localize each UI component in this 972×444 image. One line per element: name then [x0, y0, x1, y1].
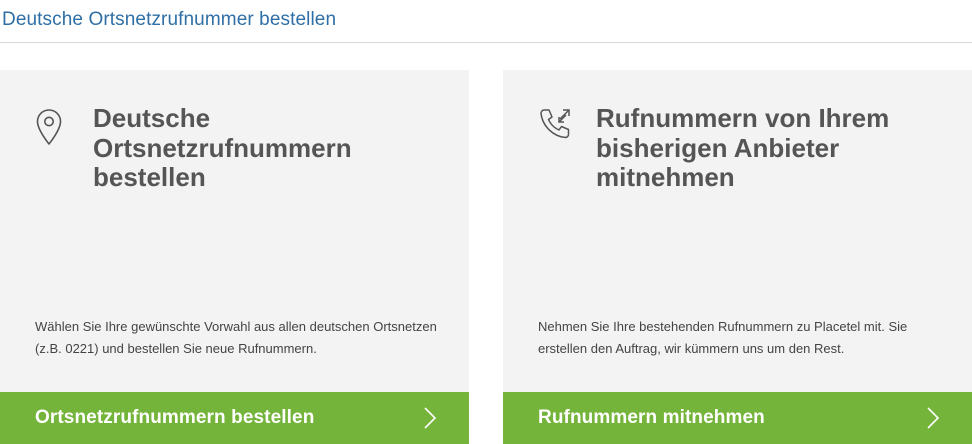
page-title: Deutsche Ortsnetzrufnummer bestellen — [2, 9, 337, 30]
button-label: Rufnummern mitnehmen — [538, 407, 765, 428]
phone-transfer-icon — [540, 109, 570, 139]
location-pin-icon — [36, 109, 62, 145]
button-label: Ortsnetzrufnummern bestellen — [35, 407, 315, 428]
chevron-right-icon — [927, 407, 940, 429]
card-description: Nehmen Sie Ihre bestehenden Rufnummern z… — [538, 319, 908, 356]
order-local-numbers-card: Deutsche Ortsnetzrufnummern bestellen Wä… — [0, 70, 469, 444]
card-heading: Deutsche Ortsnetzrufnummern bestellen — [93, 103, 352, 192]
card-heading: Rufnummern von Ihrem bisherigen Anbieter… — [596, 103, 890, 192]
title-divider — [0, 42, 972, 43]
port-numbers-button[interactable]: Rufnummern mitnehmen — [503, 392, 972, 444]
card-description: Wählen Sie Ihre gewünschte Vorwahl aus a… — [35, 319, 437, 356]
chevron-right-icon — [424, 407, 437, 429]
port-numbers-card: Rufnummern von Ihrem bisherigen Anbieter… — [503, 70, 972, 444]
order-local-numbers-button[interactable]: Ortsnetzrufnummern bestellen — [0, 392, 469, 444]
